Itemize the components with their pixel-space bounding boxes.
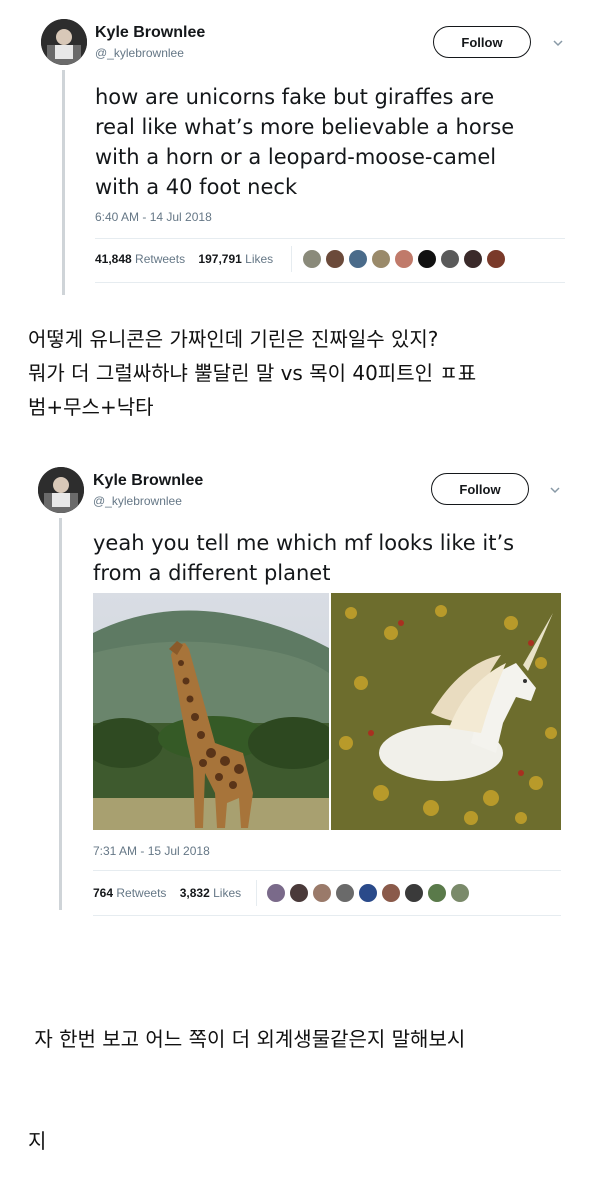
author-name[interactable]: Kyle Brownlee [93, 472, 203, 490]
tweet-timestamp[interactable]: 6:40 AM - 14 Jul 2018 [95, 210, 212, 224]
liker-avatar[interactable] [450, 883, 470, 903]
tweet-text: yeah you tell me which mf looks like it’… [93, 528, 514, 588]
liker-avatar[interactable] [335, 883, 355, 903]
tweet-text-line: real like what’s more believable a horse [95, 115, 515, 139]
liker-avatar[interactable] [381, 883, 401, 903]
liker-avatar[interactable] [348, 249, 368, 269]
stats-separator [256, 880, 257, 906]
liker-avatar[interactable] [289, 883, 309, 903]
divider [95, 282, 565, 283]
tweet-text-line: yeah you tell me which mf looks like it’… [93, 531, 515, 555]
caption-line: 범+무스+낙타 [28, 395, 154, 419]
likes-stat[interactable]: 3,832 Likes [180, 886, 241, 900]
liker-avatars [266, 883, 473, 903]
follow-button[interactable]: Follow [431, 473, 529, 505]
tweet-text: how are unicorns fake but giraffes are r… [95, 82, 514, 202]
engagement-stats: 764 Retweets 3,832 Likes [93, 886, 241, 900]
unicorn-photo[interactable] [331, 593, 561, 830]
giraffe-photo[interactable] [93, 593, 329, 830]
thread-line [62, 70, 65, 295]
author-avatar[interactable] [38, 467, 84, 513]
caption-line: 뭐가 더 그럴싸하냐 뿔달린 말 vs 목이 40피트인 ㅍ표 [28, 361, 477, 385]
liker-avatar[interactable] [371, 249, 391, 269]
korean-caption-2: 자 한번 보고 어느 쪽이 더 외계생물같은지 말해보시 지 [28, 954, 465, 1192]
tweet-1: Kyle Brownlee @_kylebrownlee Follow how … [0, 0, 600, 300]
author-handle[interactable]: @_kylebrownlee [95, 46, 184, 60]
liker-avatars [302, 249, 509, 269]
liker-avatar[interactable] [404, 883, 424, 903]
liker-avatar[interactable] [486, 249, 506, 269]
divider [93, 915, 561, 916]
follow-button[interactable]: Follow [433, 26, 531, 58]
engagement-stats: 41,848 Retweets 197,791 Likes [95, 252, 273, 266]
tweet-text-line: from a different planet [93, 561, 331, 585]
author-handle[interactable]: @_kylebrownlee [93, 494, 182, 508]
liker-avatar[interactable] [325, 249, 345, 269]
likes-stat[interactable]: 197,791 Likes [198, 252, 273, 266]
retweets-stat[interactable]: 41,848 Retweets [95, 252, 185, 266]
retweets-stat[interactable]: 764 Retweets [93, 886, 166, 900]
tweet-timestamp[interactable]: 7:31 AM - 15 Jul 2018 [93, 844, 210, 858]
liker-avatar[interactable] [394, 249, 414, 269]
korean-caption-1: 어떻게 유니콘은 가짜인데 기린은 진짜일수 있지? 뭐가 더 그럴싸하냐 뿔달… [28, 322, 476, 424]
chevron-down-icon[interactable] [549, 485, 561, 495]
author-avatar[interactable] [41, 19, 87, 65]
liker-avatar[interactable] [312, 883, 332, 903]
liker-avatar[interactable] [358, 883, 378, 903]
liker-avatar[interactable] [440, 249, 460, 269]
stats-separator [291, 246, 292, 272]
caption-line: 자 한번 보고 어느 쪽이 더 외계생물같은지 말해보시 [28, 1027, 466, 1051]
tweet-text-line: with a horn or a leopard-moose-camel [95, 145, 497, 169]
tweet-2: Kyle Brownlee @_kylebrownlee Follow yeah… [0, 460, 600, 920]
liker-avatar[interactable] [266, 883, 286, 903]
chevron-down-icon[interactable] [552, 38, 564, 48]
tweet-text-line: with a 40 foot neck [95, 175, 298, 199]
caption-line: 어떻게 유니콘은 가짜인데 기린은 진짜일수 있지? [28, 327, 439, 351]
divider [95, 238, 565, 239]
divider [93, 870, 561, 871]
liker-avatar[interactable] [417, 249, 437, 269]
liker-avatar[interactable] [463, 249, 483, 269]
caption-line: 지 [28, 1129, 47, 1153]
tweet-text-line: how are unicorns fake but giraffes are [95, 85, 495, 109]
thread-line [59, 518, 62, 910]
liker-avatar[interactable] [427, 883, 447, 903]
liker-avatar[interactable] [302, 249, 322, 269]
author-name[interactable]: Kyle Brownlee [95, 24, 205, 42]
